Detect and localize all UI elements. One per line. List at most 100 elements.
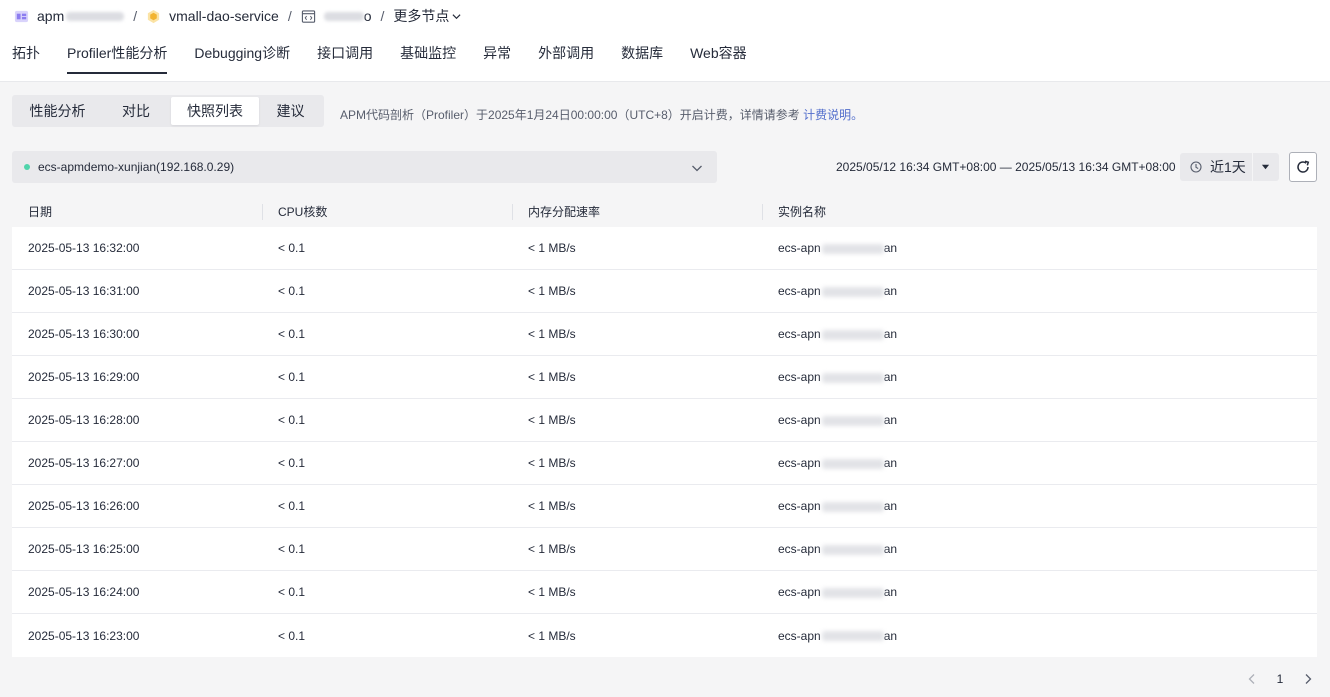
app-grid-icon <box>14 10 29 22</box>
cell-memory-rate: < 1 MB/s <box>528 585 576 599</box>
table-row[interactable]: 2025-05-13 16:23:00 < 0.1 < 1 MB/s ecs-a… <box>12 614 1317 657</box>
cell-cpu: < 0.1 <box>278 327 306 341</box>
page-number[interactable]: 1 <box>1264 672 1296 686</box>
instance-name-suffix: an <box>883 585 898 599</box>
cell-memory-rate: < 1 MB/s <box>528 542 576 556</box>
cell-date: 2025-05-13 16:24:00 <box>28 585 140 599</box>
chevron-right-icon <box>1305 674 1312 684</box>
table-row[interactable]: 2025-05-13 16:26:00 < 0.1 < 1 MB/s ecs-a… <box>12 485 1317 528</box>
instance-name-prefix: ecs-apn <box>778 542 821 556</box>
status-dot <box>24 164 30 170</box>
cell-instance-name: ecs-apn an <box>762 629 1317 643</box>
divider <box>762 204 763 220</box>
column-header-label: CPU核数 <box>278 205 328 219</box>
more-nodes-dropdown[interactable]: 更多节点 <box>393 6 461 26</box>
breadcrumb-app-label: apm <box>37 8 65 24</box>
clock-icon <box>1190 161 1202 173</box>
table-row[interactable]: 2025-05-13 16:27:00 < 0.1 < 1 MB/s ecs-a… <box>12 442 1317 485</box>
cell-memory-rate: < 1 MB/s <box>528 327 576 341</box>
cell-cpu: < 0.1 <box>278 585 306 599</box>
cell-date: 2025-05-13 16:32:00 <box>28 241 140 255</box>
subtab-suggestions[interactable]: 建议 <box>259 97 322 125</box>
instance-name-suffix: an <box>883 413 898 427</box>
cell-instance-name: ecs-apn an <box>762 542 1317 556</box>
column-header-label: 日期 <box>28 205 53 219</box>
table-row[interactable]: 2025-05-13 16:24:00 < 0.1 < 1 MB/s ecs-a… <box>12 571 1317 614</box>
cell-date: 2025-05-13 16:31:00 <box>28 284 140 298</box>
breadcrumb-separator: / <box>287 8 292 24</box>
column-header-date: 日期 <box>12 197 262 227</box>
caret-down-icon[interactable] <box>1261 163 1270 171</box>
next-page-button[interactable] <box>1296 668 1320 690</box>
redacted-text <box>821 587 884 598</box>
snapshot-table: 日期 CPU核数 内存分配速率 实例名称 2025-05-13 16:32:00… <box>12 197 1317 657</box>
instance-name-prefix: ecs-apn <box>778 241 821 255</box>
cell-memory-rate: < 1 MB/s <box>528 284 576 298</box>
subtab-performance-analysis[interactable]: 性能分析 <box>14 97 101 125</box>
cell-memory-rate: < 1 MB/s <box>528 628 576 643</box>
instance-name-suffix: an <box>883 499 898 513</box>
cell-cpu: < 0.1 <box>278 413 306 427</box>
redacted-text <box>821 458 884 469</box>
redacted-text <box>821 631 884 642</box>
subtab-compare[interactable]: 对比 <box>101 97 171 125</box>
table-row[interactable]: 2025-05-13 16:25:00 < 0.1 < 1 MB/s ecs-a… <box>12 528 1317 571</box>
breadcrumb-service-label: vmall-dao-service <box>169 8 279 24</box>
chevron-left-icon <box>1248 674 1255 684</box>
table-row[interactable]: 2025-05-13 16:30:00 < 0.1 < 1 MB/s ecs-a… <box>12 313 1317 356</box>
time-range-picker[interactable]: 近1天 <box>1180 153 1279 181</box>
cell-cpu: < 0.1 <box>278 370 306 384</box>
billing-notice: APM代码剖析（Profiler）于2025年1月24日00:00:00（UTC… <box>340 106 863 123</box>
redacted-text <box>821 544 884 555</box>
top-tab-bar: 拓扑 Profiler性能分析 Debugging诊断 接口调用 基础监控 异常… <box>0 32 1330 82</box>
instance-name-prefix: ecs-apn <box>778 585 821 599</box>
instance-name-prefix: ecs-apn <box>778 284 821 298</box>
redacted-text <box>323 11 364 21</box>
cell-instance-name: ecs-apn an <box>762 370 1317 384</box>
redacted-text <box>821 329 884 340</box>
cell-instance-name: ecs-apn an <box>762 241 1317 255</box>
table-row[interactable]: 2025-05-13 16:29:00 < 0.1 < 1 MB/s ecs-a… <box>12 356 1317 399</box>
instance-name-suffix: an <box>883 628 898 643</box>
time-range-text: 2025/05/12 16:34 GMT+08:00 — 2025/05/13 … <box>836 160 1176 174</box>
cell-memory-rate: < 1 MB/s <box>528 241 576 255</box>
instance-name-suffix: an <box>883 327 898 341</box>
cell-date: 2025-05-13 16:26:00 <box>28 499 140 513</box>
instance-select[interactable]: ecs-apmdemo-xunjian(192.168.0.29) <box>12 151 717 183</box>
breadcrumb-app[interactable]: apm <box>14 8 125 24</box>
table-header: 日期 CPU核数 内存分配速率 实例名称 <box>12 197 1317 227</box>
cell-date: 2025-05-13 16:28:00 <box>28 413 140 427</box>
instance-name-prefix: ecs-apn <box>778 370 821 384</box>
breadcrumb: apm / vmall-dao-service / o / 更多节点 <box>0 0 1330 32</box>
billing-notice-text: APM代码剖析（Profiler）于2025年1月24日00:00:00（UTC… <box>340 108 800 122</box>
breadcrumb-node-label: o <box>363 8 372 24</box>
cell-memory-rate: < 1 MB/s <box>528 370 576 384</box>
prev-page-button[interactable] <box>1240 668 1264 690</box>
cell-cpu: < 0.1 <box>278 284 306 298</box>
table-row[interactable]: 2025-05-13 16:32:00 < 0.1 < 1 MB/s ecs-a… <box>12 227 1317 270</box>
cell-cpu: < 0.1 <box>278 456 306 470</box>
divider <box>262 204 263 220</box>
cell-cpu: < 0.1 <box>278 542 306 556</box>
table-row[interactable]: 2025-05-13 16:28:00 < 0.1 < 1 MB/s ecs-a… <box>12 399 1317 442</box>
billing-details-link[interactable]: 计费说明。 <box>803 108 863 122</box>
column-header-label: 实例名称 <box>778 205 827 219</box>
breadcrumb-service[interactable]: vmall-dao-service <box>146 8 279 24</box>
time-range-label: 近1天 <box>1210 159 1246 175</box>
instance-name-prefix: ecs-apn <box>778 499 821 513</box>
cell-instance-name: ecs-apn an <box>762 456 1317 470</box>
redacted-text <box>66 11 125 21</box>
subtab-snapshot-list[interactable]: 快照列表 <box>171 97 259 125</box>
cell-instance-name: ecs-apn an <box>762 413 1317 427</box>
cell-memory-rate: < 1 MB/s <box>528 413 576 427</box>
redacted-text <box>821 243 884 254</box>
breadcrumb-separator: / <box>380 8 385 24</box>
cell-date: 2025-05-13 16:30:00 <box>28 327 140 341</box>
cell-date: 2025-05-13 16:25:00 <box>28 542 140 556</box>
refresh-button[interactable] <box>1289 152 1317 182</box>
code-window-icon <box>301 9 315 23</box>
breadcrumb-node[interactable]: o <box>301 8 372 24</box>
cell-date: 2025-05-13 16:23:00 <box>28 628 140 643</box>
cell-memory-rate: < 1 MB/s <box>528 456 576 470</box>
table-row[interactable]: 2025-05-13 16:31:00 < 0.1 < 1 MB/s ecs-a… <box>12 270 1317 313</box>
